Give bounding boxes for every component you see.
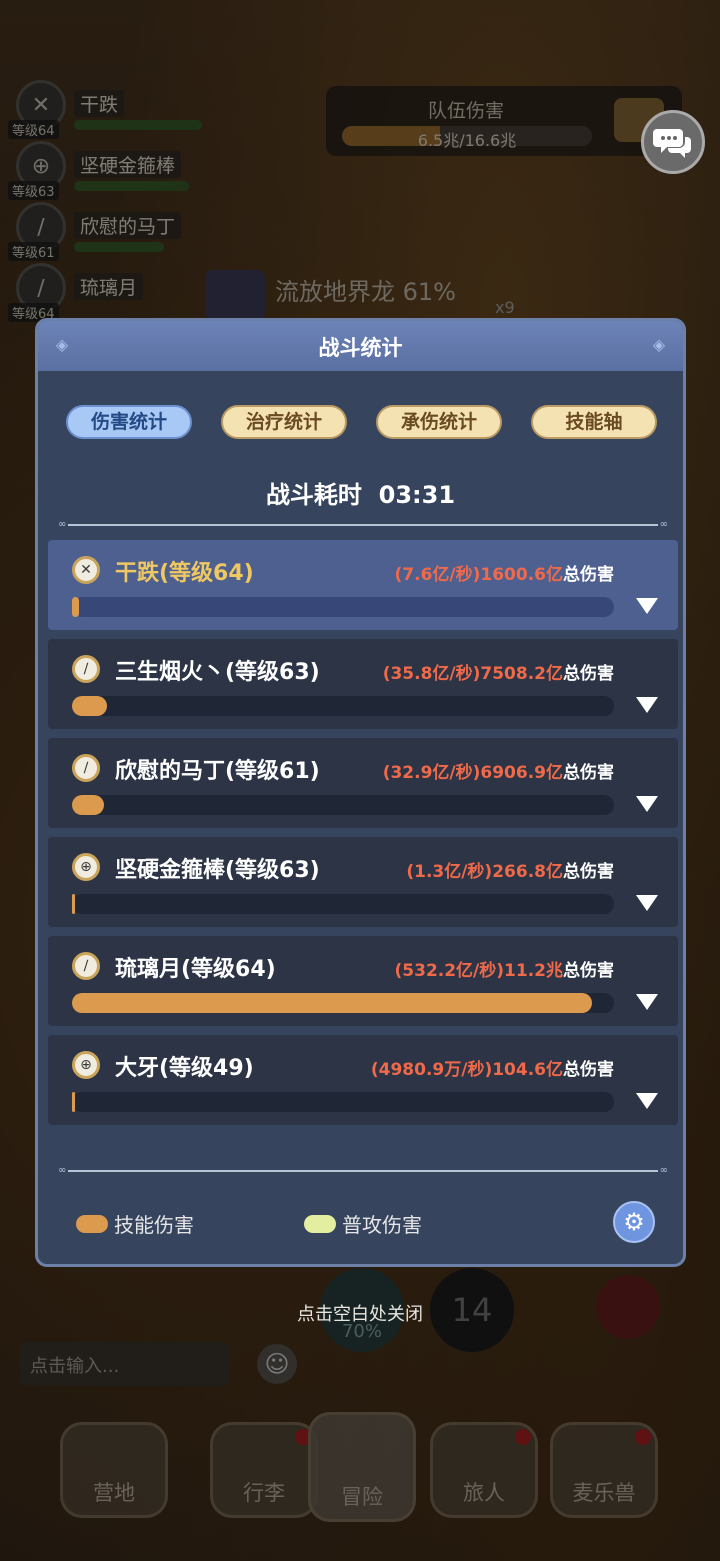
damage-values: (4980.9万/秒)104.6亿总伤害: [371, 1055, 614, 1080]
damage-row[interactable]: ∕ 欣慰的马丁(等级61) (32.9亿/秒)6906.9亿总伤害: [48, 738, 678, 828]
damage-row[interactable]: ⊕ 大牙(等级49) (4980.9万/秒)104.6亿总伤害: [48, 1035, 678, 1125]
player-name: 坚硬金箍棒(等级63): [115, 858, 320, 883]
player-name: 大牙(等级49): [115, 1056, 254, 1081]
damage-bar: [72, 1092, 614, 1112]
damage-bar: [72, 894, 614, 914]
damage-row[interactable]: ✕ 干跌(等级64) (7.6亿/秒)1600.6亿总伤害: [48, 540, 678, 630]
total-damage: 1600.6亿: [480, 565, 563, 585]
total-damage: 7508.2亿: [480, 664, 563, 684]
expand-arrow-icon[interactable]: [636, 994, 658, 1010]
dps-value: (4980.9万/秒): [370, 1060, 493, 1080]
divider-line: [68, 1170, 658, 1172]
divider: ∞ ∞: [58, 1165, 668, 1177]
damage-row[interactable]: ⊕ 坚硬金箍棒(等级63) (1.3亿/秒)266.8亿总伤害: [48, 837, 678, 927]
stats-tabs: 伤害统计 治疗统计 承伤统计 技能轴: [38, 405, 683, 441]
skill-damage-fill: [72, 1092, 75, 1112]
damage-values: (7.6亿/秒)1600.6亿总伤害: [395, 560, 614, 585]
expand-arrow-icon[interactable]: [636, 697, 658, 713]
damage-bar: [72, 993, 614, 1013]
damage-values: (32.9亿/秒)6906.9亿总伤害: [383, 758, 614, 783]
skill-damage-fill: [72, 696, 108, 716]
modal-header: ◈ 战斗统计 ◈: [38, 321, 683, 371]
skill-damage-fill: [72, 894, 75, 914]
damage-bar: [72, 597, 614, 617]
total-damage: 6906.9亿: [480, 763, 563, 783]
settings-button[interactable]: ⚙: [613, 1201, 655, 1243]
player-name: 欣慰的马丁(等级61): [115, 759, 320, 784]
player-name: 琉璃月(等级64): [115, 957, 276, 982]
total-damage-label: 总伤害: [563, 1060, 614, 1080]
total-damage-label: 总伤害: [563, 763, 614, 783]
tab-2[interactable]: 承伤统计: [376, 405, 502, 439]
expand-arrow-icon[interactable]: [636, 895, 658, 911]
total-damage: 266.8亿: [492, 862, 563, 882]
dps-value: (532.2亿/秒): [394, 961, 505, 981]
expand-arrow-icon[interactable]: [636, 598, 658, 614]
divider-end-icon: ∞: [58, 1165, 67, 1176]
shield-icon: ⊕: [72, 1051, 100, 1079]
chat-button[interactable]: [641, 110, 705, 174]
tab-1[interactable]: 治疗统计: [221, 405, 347, 439]
close-hint: 点击空白处关闭: [297, 1304, 423, 1325]
dps-value: (35.8亿/秒): [382, 664, 481, 684]
expand-arrow-icon[interactable]: [636, 796, 658, 812]
dps-value: (1.3亿/秒): [406, 862, 493, 882]
duration-value: 03:31: [378, 481, 456, 509]
dps-value: (32.9亿/秒): [382, 763, 481, 783]
duration-label: 战斗耗时: [265, 481, 362, 509]
staff-icon: ∕: [72, 952, 100, 980]
player-name: 干跌(等级64): [115, 561, 254, 586]
sword-icon: ✕: [72, 556, 100, 584]
legend: 技能伤害 普攻伤害: [76, 1209, 656, 1239]
battle-duration: 战斗耗时 03:31: [38, 475, 683, 510]
damage-bar: [72, 795, 614, 815]
divider-line: [68, 524, 658, 526]
staff-icon: ∕: [72, 754, 100, 782]
divider-end-icon: ∞: [659, 1165, 668, 1176]
gear-icon: ⚙: [623, 1208, 645, 1236]
total-damage-label: 总伤害: [563, 565, 614, 585]
total-damage-label: 总伤害: [563, 862, 614, 882]
total-damage-label: 总伤害: [563, 664, 614, 684]
damage-values: (532.2亿/秒)11.2兆总伤害: [395, 956, 614, 981]
total-damage: 11.2兆: [504, 961, 563, 981]
tab-0[interactable]: 伤害统计: [66, 405, 192, 439]
total-damage-label: 总伤害: [563, 961, 614, 981]
dps-value: (7.6亿/秒): [394, 565, 481, 585]
divider: ∞ ∞: [58, 519, 668, 531]
skill-damage-fill: [72, 597, 79, 617]
shield-icon: ⊕: [72, 853, 100, 881]
divider-end-icon: ∞: [659, 519, 668, 530]
ornament-icon: ◈: [652, 335, 666, 354]
skill-damage-fill: [72, 993, 593, 1013]
legend-swatch: [76, 1215, 108, 1233]
modal-title: 战斗统计: [318, 336, 403, 360]
legend-label: 技能伤害: [114, 1213, 194, 1237]
expand-arrow-icon[interactable]: [636, 1093, 658, 1109]
damage-bar: [72, 696, 614, 716]
player-name: 三生烟火丶(等级63): [115, 660, 320, 685]
legend-label: 普攻伤害: [342, 1213, 422, 1237]
chat-bubbles-icon: [653, 129, 691, 158]
skill-damage-fill: [72, 795, 104, 815]
tab-3[interactable]: 技能轴: [531, 405, 657, 439]
damage-values: (1.3亿/秒)266.8亿总伤害: [406, 857, 614, 882]
total-damage: 104.6亿: [492, 1060, 563, 1080]
battle-stats-modal: ◈ 战斗统计 ◈ 伤害统计 治疗统计 承伤统计 技能轴 战斗耗时 03:31 ∞ ∞ …: [35, 318, 686, 1267]
damage-values: (35.8亿/秒)7508.2亿总伤害: [383, 659, 614, 684]
damage-row[interactable]: ∕ 琉璃月(等级64) (532.2亿/秒)11.2兆总伤害: [48, 936, 678, 1026]
legend-swatch: [304, 1215, 336, 1233]
damage-row[interactable]: ∕ 三生烟火丶(等级63) (35.8亿/秒)7508.2亿总伤害: [48, 639, 678, 729]
divider-end-icon: ∞: [58, 519, 67, 530]
staff-icon: ∕: [72, 655, 100, 683]
